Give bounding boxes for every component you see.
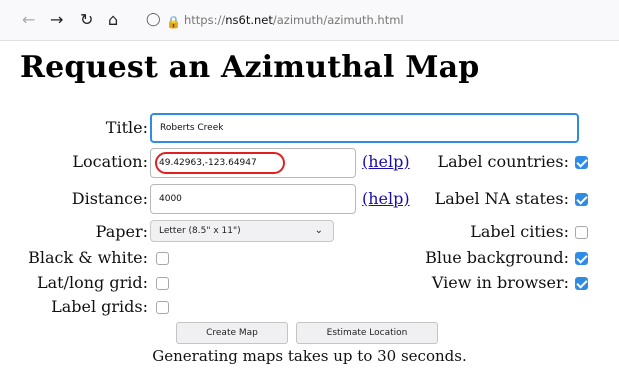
label-grids-checkbox[interactable] — [156, 301, 169, 314]
title-label: Title: — [105, 118, 148, 137]
location-help-text[interactable]: (help) — [362, 152, 410, 171]
paper-label: Paper: — [95, 222, 148, 241]
forward-icon[interactable]: → — [50, 11, 63, 29]
blue-background-checkbox[interactable] — [575, 252, 588, 265]
location-label: Location: — [72, 152, 148, 171]
estimate-location-button[interactable]: Estimate Location — [296, 322, 438, 344]
generation-time-note: Generating maps takes up to 30 seconds. — [152, 347, 467, 365]
view-in-browser-label: View in browser: — [431, 273, 569, 292]
distance-label: Distance: — [71, 189, 148, 208]
label-cities-label: Label cities: — [470, 222, 569, 241]
page-title: Request an Azimuthal Map — [20, 50, 480, 85]
black-white-label: Black & white: — [28, 248, 148, 267]
lock-icon[interactable]: 🔒 — [166, 13, 181, 31]
url-host: ns6t.net — [225, 13, 273, 27]
distance-input[interactable]: 4000 — [150, 184, 356, 214]
distance-help-link[interactable]: (help) — [362, 189, 410, 209]
browser-toolbar: ← → ↻ ⌂ ◯ 🔒 https://ns6t.net/azimuth/azi… — [0, 0, 619, 41]
label-na-states-checkbox[interactable] — [575, 193, 588, 206]
back-icon[interactable]: ← — [22, 11, 35, 29]
label-cities-checkbox[interactable] — [575, 226, 588, 239]
create-map-button[interactable]: Create Map — [176, 322, 288, 344]
black-white-checkbox[interactable] — [156, 252, 169, 265]
home-icon[interactable]: ⌂ — [108, 11, 118, 29]
reload-icon[interactable]: ↻ — [80, 11, 93, 29]
url-prefix: https:// — [184, 13, 226, 27]
shield-icon[interactable]: ◯ — [146, 11, 161, 29]
location-help-link[interactable]: (help) — [362, 152, 410, 172]
blue-background-label: Blue background: — [425, 248, 569, 267]
view-in-browser-checkbox[interactable] — [575, 277, 588, 290]
chevron-down-icon: ⌄ — [314, 225, 323, 236]
latlong-grid-checkbox[interactable] — [156, 277, 169, 290]
location-highlight-ring — [155, 152, 285, 174]
distance-help-text[interactable]: (help) — [362, 189, 410, 208]
label-grids-label: Label grids: — [51, 297, 148, 316]
paper-selected-value: Letter (8.5" x 11") — [159, 226, 241, 236]
label-na-states-label: Label NA states: — [434, 189, 569, 208]
paper-select[interactable]: Letter (8.5" x 11") ⌄ — [150, 220, 334, 242]
label-countries-label: Label countries: — [437, 152, 569, 171]
url-path: /azimuth/azimuth.html — [272, 13, 404, 27]
latlong-grid-label: Lat/long grid: — [36, 273, 148, 292]
title-input[interactable]: Roberts Creek — [150, 113, 579, 143]
label-countries-checkbox[interactable] — [575, 156, 588, 169]
address-bar[interactable]: https://ns6t.net/azimuth/azimuth.html — [184, 13, 404, 27]
